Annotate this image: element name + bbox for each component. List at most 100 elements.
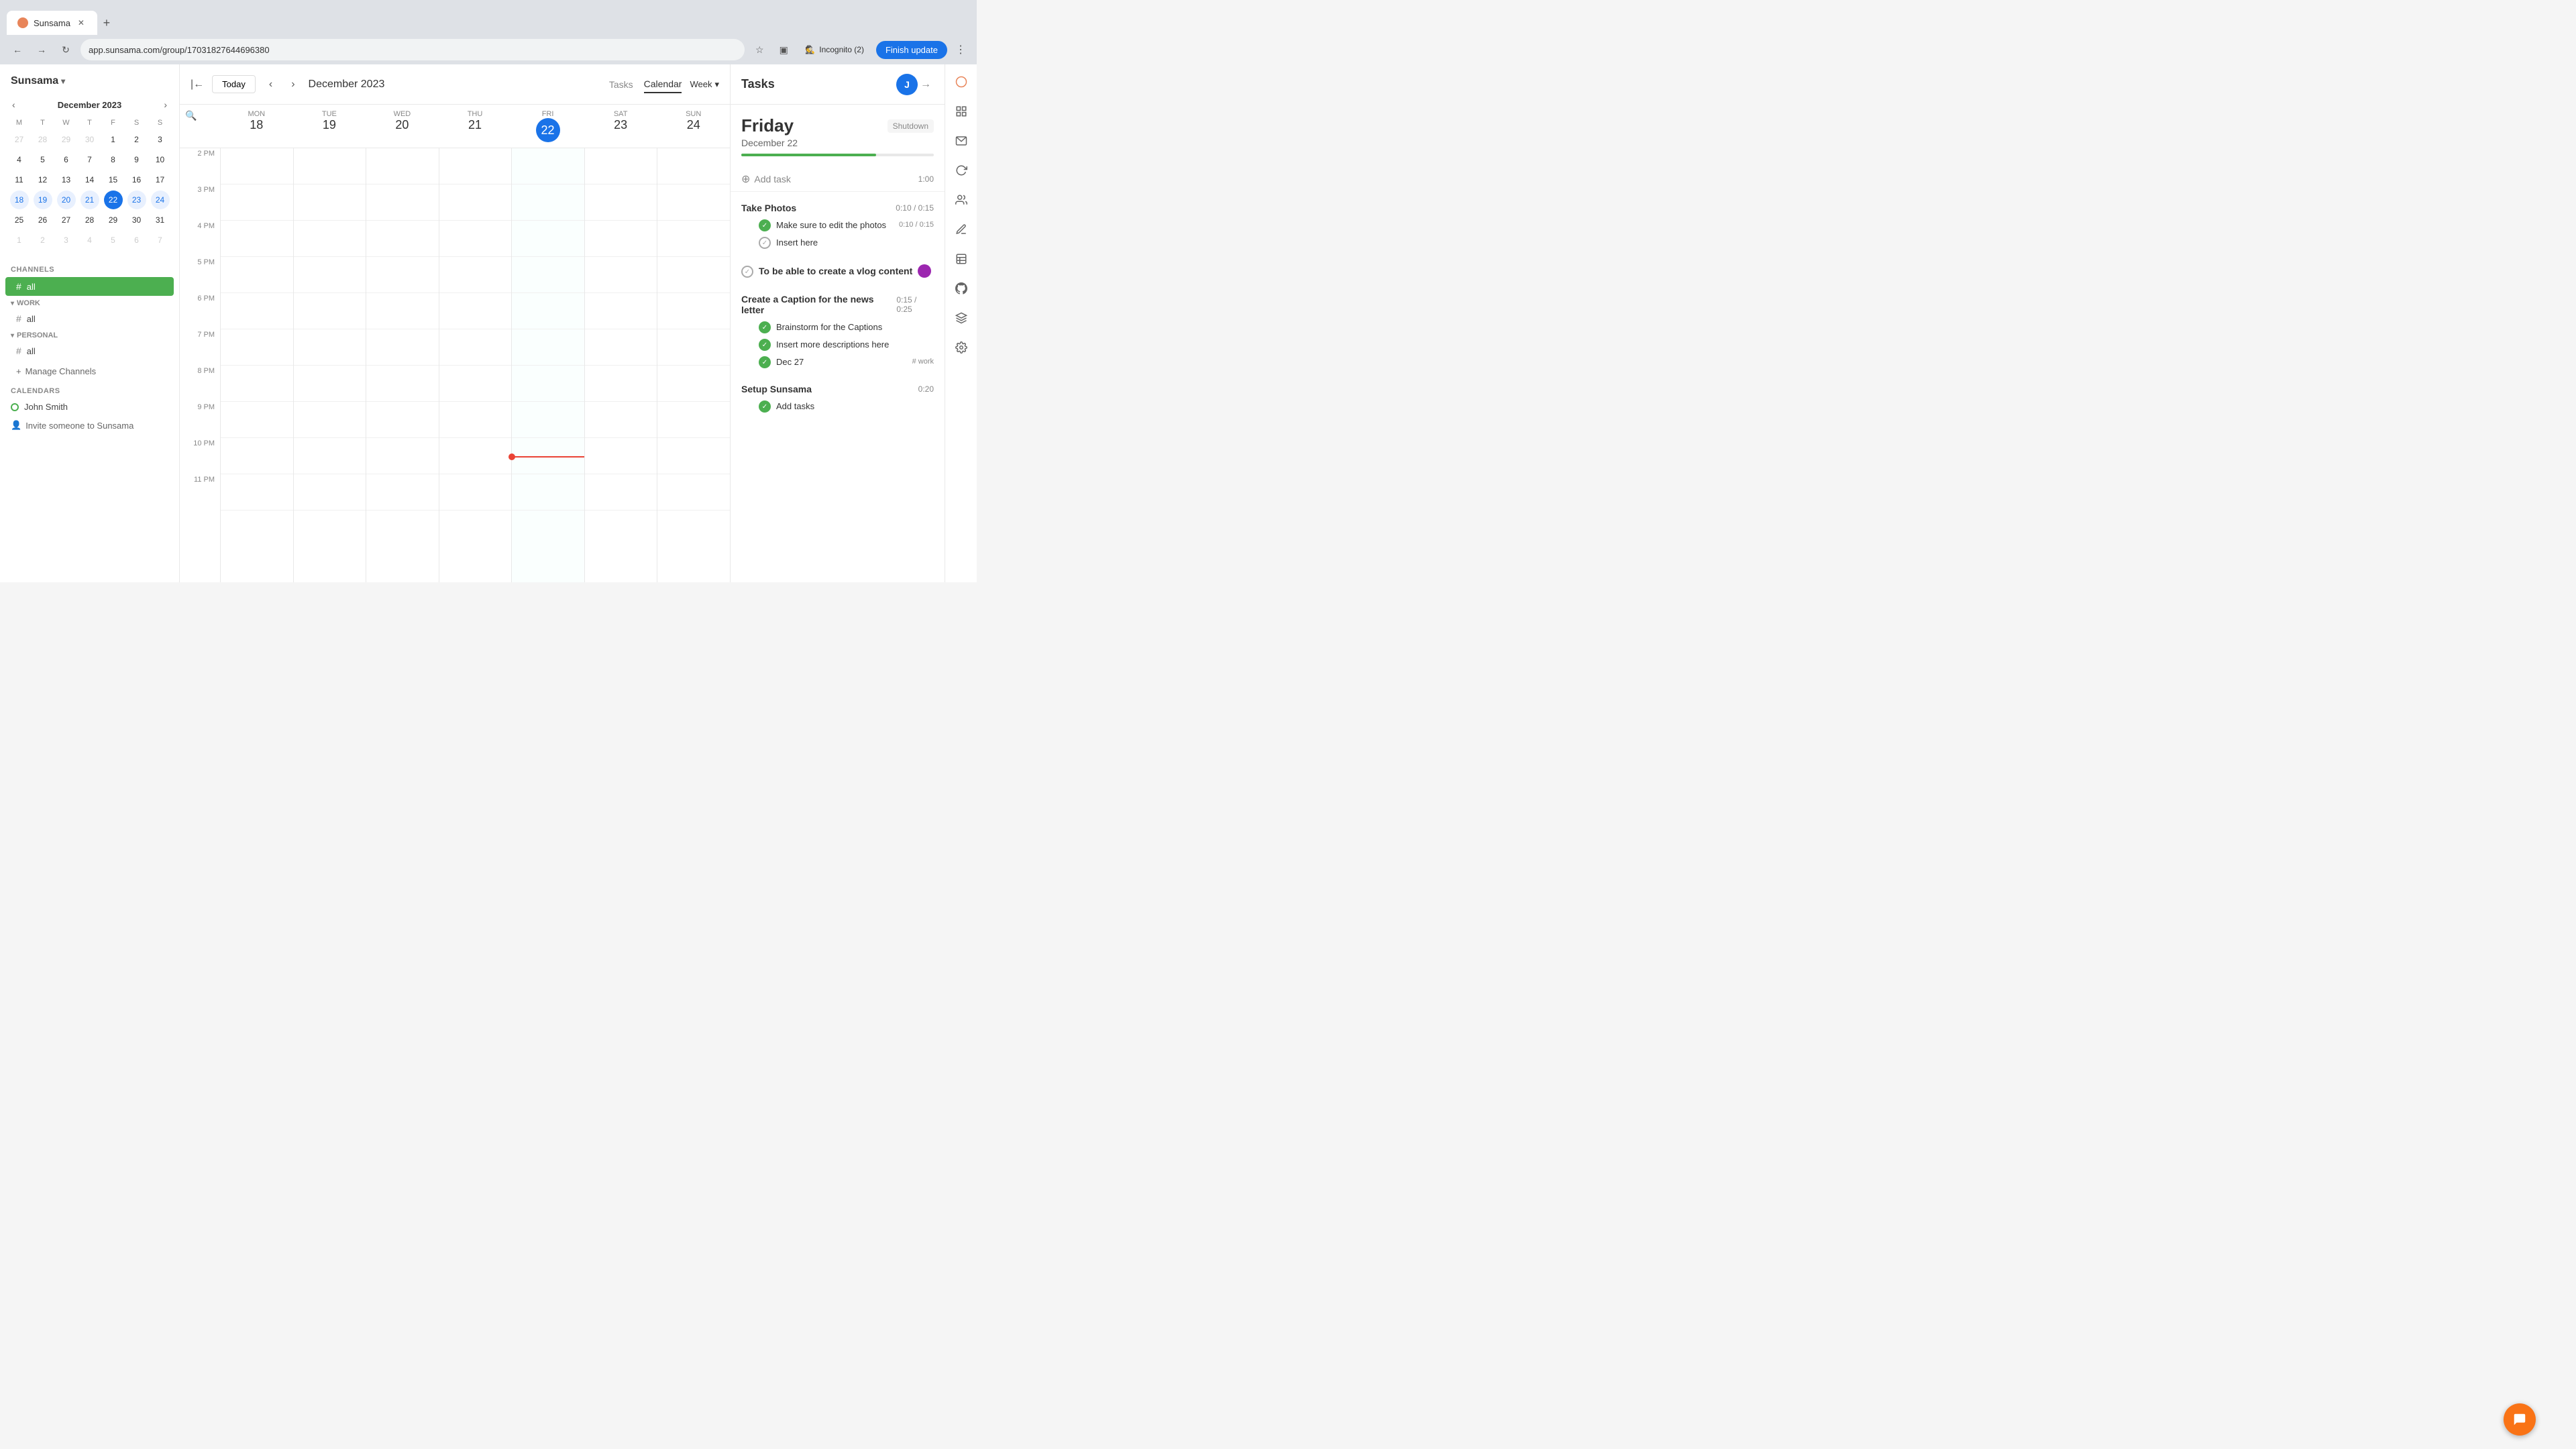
subtask-check-dec27[interactable]: ✓ <box>759 356 771 368</box>
mini-day-22-today[interactable]: 22 <box>104 191 123 209</box>
slot-sat-7pm[interactable] <box>585 329 657 366</box>
mini-day-2[interactable]: 2 <box>127 130 146 149</box>
slot-fri-8pm[interactable] <box>512 366 584 402</box>
sidebar-item-work-all[interactable]: # all <box>5 309 174 328</box>
slot-sat-3pm[interactable] <box>585 184 657 221</box>
cal-col-tue[interactable] <box>293 148 366 582</box>
mini-day-14[interactable]: 14 <box>80 170 99 189</box>
slot-sat-2pm[interactable] <box>585 148 657 184</box>
mini-day-6-jan[interactable]: 6 <box>127 231 146 250</box>
subtask-check-insert[interactable]: ✓ <box>759 237 771 249</box>
slot-fri-2pm[interactable] <box>512 148 584 184</box>
tab-tasks[interactable]: Tasks <box>609 76 633 93</box>
slot-sat-10pm[interactable] <box>585 438 657 474</box>
slot-fri-7pm[interactable] <box>512 329 584 366</box>
go-to-start-btn[interactable]: |← <box>191 78 204 91</box>
mini-day-10[interactable]: 10 <box>151 150 170 169</box>
slot-sat-6pm[interactable] <box>585 293 657 329</box>
refresh-btn[interactable]: ↻ <box>56 40 75 59</box>
slot-sat-5pm[interactable] <box>585 257 657 293</box>
slot-tue-7pm[interactable] <box>294 329 366 366</box>
personal-group-header[interactable]: ▾ PERSONAL <box>0 329 179 341</box>
incognito-btn[interactable]: 🕵 Incognito (2) <box>798 42 871 57</box>
work-group-header[interactable]: ▾ WORK <box>0 297 179 309</box>
mini-day-3-jan[interactable]: 3 <box>57 231 76 250</box>
slot-mon-11pm[interactable] <box>221 474 293 511</box>
forward-btn[interactable]: → <box>32 40 51 59</box>
right-icon-people[interactable] <box>949 188 973 212</box>
mini-day-16[interactable]: 16 <box>127 170 146 189</box>
slot-thu-7pm[interactable] <box>439 329 512 366</box>
mini-day-31[interactable]: 31 <box>151 211 170 229</box>
mini-day-8[interactable]: 8 <box>104 150 123 169</box>
subtask-check-insert-more[interactable]: ✓ <box>759 339 771 351</box>
back-btn[interactable]: ← <box>8 40 27 59</box>
right-icon-grid[interactable] <box>949 99 973 123</box>
slot-fri-4pm[interactable] <box>512 221 584 257</box>
slot-fri-9pm[interactable] <box>512 402 584 438</box>
slot-mon-5pm[interactable] <box>221 257 293 293</box>
mini-day-11[interactable]: 11 <box>10 170 29 189</box>
right-icon-github[interactable] <box>949 276 973 301</box>
slot-sun-4pm[interactable] <box>657 221 730 257</box>
mini-cal-prev-btn[interactable]: ‹ <box>8 98 19 111</box>
slot-mon-10pm[interactable] <box>221 438 293 474</box>
app-logo-header[interactable]: Sunsama ▾ <box>0 75 179 98</box>
mini-day-29[interactable]: 29 <box>104 211 123 229</box>
slot-fri-3pm[interactable] <box>512 184 584 221</box>
slot-sun-5pm[interactable] <box>657 257 730 293</box>
add-task-row[interactable]: ⊕ Add task 1:00 <box>731 167 945 192</box>
vlog-check[interactable]: ✓ <box>741 266 753 278</box>
slot-thu-3pm[interactable] <box>439 184 512 221</box>
tab-calendar[interactable]: Calendar <box>644 76 682 93</box>
slot-sat-9pm[interactable] <box>585 402 657 438</box>
mini-day-18[interactable]: 18 <box>10 191 29 209</box>
mini-day-28[interactable]: 28 <box>80 211 99 229</box>
slot-mon-3pm[interactable] <box>221 184 293 221</box>
slot-tue-10pm[interactable] <box>294 438 366 474</box>
slot-tue-11pm[interactable] <box>294 474 366 511</box>
mini-day-13[interactable]: 13 <box>57 170 76 189</box>
slot-sun-6pm[interactable] <box>657 293 730 329</box>
slot-fri-5pm[interactable] <box>512 257 584 293</box>
slot-thu-2pm[interactable] <box>439 148 512 184</box>
slot-fri-11pm[interactable] <box>512 474 584 511</box>
slot-tue-4pm[interactable] <box>294 221 366 257</box>
slot-wed-11pm[interactable] <box>366 474 439 511</box>
mini-day-12[interactable]: 12 <box>34 170 52 189</box>
right-icon-pen[interactable] <box>949 217 973 241</box>
slot-wed-5pm[interactable] <box>366 257 439 293</box>
cal-col-sat[interactable] <box>584 148 657 582</box>
slot-wed-6pm[interactable] <box>366 293 439 329</box>
right-icon-settings[interactable] <box>949 335 973 360</box>
sidebar-item-all-channels[interactable]: # all <box>5 277 174 296</box>
right-icon-notification[interactable] <box>949 70 973 94</box>
mini-day-27[interactable]: 27 <box>57 211 76 229</box>
mini-day-2-jan[interactable]: 2 <box>34 231 52 250</box>
invite-btn[interactable]: 👤 Invite someone to Sunsama <box>0 416 179 435</box>
slot-sun-2pm[interactable] <box>657 148 730 184</box>
slot-tue-6pm[interactable] <box>294 293 366 329</box>
slot-sun-7pm[interactable] <box>657 329 730 366</box>
slot-wed-10pm[interactable] <box>366 438 439 474</box>
mini-day-5[interactable]: 5 <box>34 150 52 169</box>
mini-day-7-jan[interactable]: 7 <box>151 231 170 250</box>
mini-day-1[interactable]: 1 <box>104 130 123 149</box>
prev-week-btn[interactable]: ‹ <box>264 76 278 93</box>
mini-day-17[interactable]: 17 <box>151 170 170 189</box>
slot-sun-11pm[interactable] <box>657 474 730 511</box>
cal-col-sun[interactable] <box>657 148 730 582</box>
slot-sun-9pm[interactable] <box>657 402 730 438</box>
mini-day-5-jan[interactable]: 5 <box>104 231 123 250</box>
mini-day-29-nov[interactable]: 29 <box>57 130 76 149</box>
slot-tue-2pm[interactable] <box>294 148 366 184</box>
three-dot-menu[interactable]: ⋮ <box>953 43 969 56</box>
slot-mon-9pm[interactable] <box>221 402 293 438</box>
next-week-btn[interactable]: › <box>286 76 300 93</box>
cal-col-mon[interactable] <box>220 148 293 582</box>
active-tab[interactable]: Sunsama ✕ <box>7 11 97 35</box>
finish-update-btn[interactable]: Finish update <box>876 41 947 59</box>
slot-sat-8pm[interactable] <box>585 366 657 402</box>
slot-thu-11pm[interactable] <box>439 474 512 511</box>
mini-day-6[interactable]: 6 <box>57 150 76 169</box>
